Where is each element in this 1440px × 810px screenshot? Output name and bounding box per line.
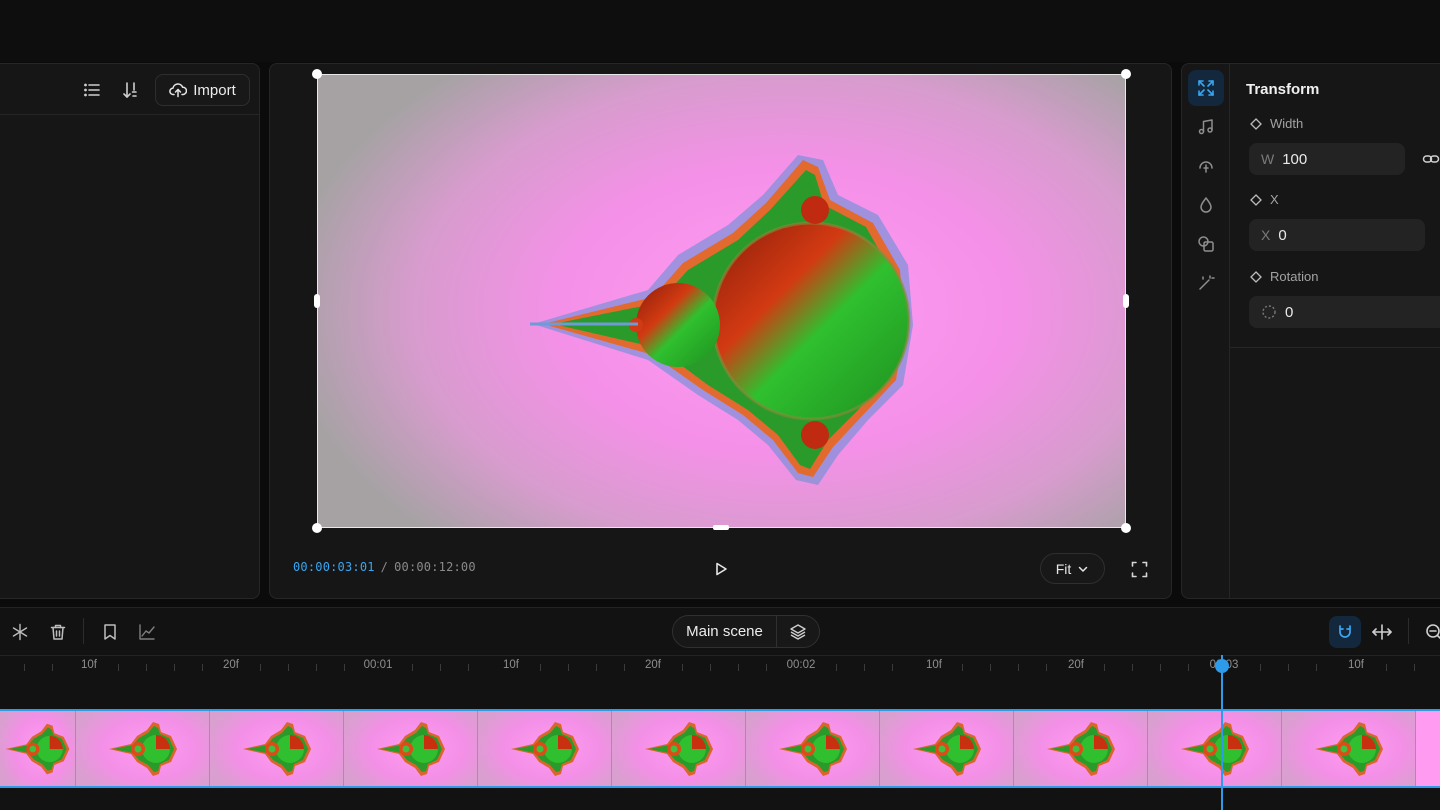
rotation-value: 0 <box>1285 303 1294 321</box>
freeze-icon[interactable] <box>8 620 32 644</box>
resize-handle-right[interactable] <box>1123 294 1129 308</box>
properties-rail <box>1182 64 1230 598</box>
magic-wand-icon[interactable] <box>1188 265 1224 301</box>
properties-divider <box>1230 347 1440 348</box>
playhead-line[interactable] <box>1221 655 1223 810</box>
ruler-label: 10f <box>926 659 942 671</box>
trash-icon[interactable] <box>46 620 70 644</box>
video-canvas[interactable] <box>317 74 1126 528</box>
cloud-upload-icon <box>169 83 188 98</box>
scene-label: Main scene <box>673 616 777 647</box>
shapes-icon[interactable] <box>1188 226 1224 262</box>
rotation-keyframe-row: Rotation <box>1250 269 1318 284</box>
resize-handle-top-left[interactable] <box>312 69 322 79</box>
resize-handle-bottom-left[interactable] <box>312 523 322 533</box>
clip-thumbnail <box>478 711 612 786</box>
fit-label: Fit <box>1055 560 1072 577</box>
ruler-label: 10f <box>81 659 97 671</box>
clip-thumbnail <box>612 711 746 786</box>
x-label: X <box>1270 192 1279 207</box>
width-prefix: W <box>1261 151 1275 167</box>
x-keyframe-row: X <box>1250 192 1279 207</box>
x-input[interactable]: X 0 <box>1249 219 1425 251</box>
width-label: Width <box>1270 116 1304 131</box>
media-panel: Import <box>0 63 260 599</box>
ruler-label: 00:02 <box>786 659 816 671</box>
rotation-icon <box>1262 305 1276 319</box>
link-icon[interactable] <box>1420 148 1440 170</box>
top-bar <box>0 0 1440 62</box>
keyframe-diamond-icon[interactable] <box>1250 117 1262 130</box>
play-icon[interactable] <box>710 558 732 580</box>
clip-thumbnail <box>1282 711 1416 786</box>
ruler-label: 20f <box>645 659 661 671</box>
ruler-label: 20f <box>1068 659 1084 671</box>
properties-panel: Transform Width W 100 X X 0 Rotation 0 <box>1181 63 1440 599</box>
media-toolbar: Import <box>0 64 259 115</box>
music-icon[interactable] <box>1188 109 1224 145</box>
ruler-label: 10f <box>1348 659 1364 671</box>
playhead-handle[interactable] <box>1215 659 1229 673</box>
fullscreen-icon[interactable] <box>1128 558 1150 580</box>
ruler-label: 10f <box>503 659 519 671</box>
x-value: 0 <box>1278 226 1287 244</box>
resize-handle-top-right[interactable] <box>1121 69 1131 79</box>
preview-panel: 00:00:03:01 / 00:00:12:00 Fit <box>269 63 1172 599</box>
rotation-label: Rotation <box>1270 269 1319 284</box>
zoom-out-icon[interactable] <box>1422 620 1440 644</box>
transform-icon[interactable] <box>1188 70 1224 106</box>
audio-icon[interactable] <box>1188 148 1224 184</box>
graph-icon[interactable] <box>135 620 159 644</box>
clip-thumbnail <box>210 711 344 786</box>
current-time: 00:00:03:01 <box>293 560 375 574</box>
clip-thumbnail <box>76 711 210 786</box>
timeline-panel: Main scene 10f 20f 00:01 10f 20f 00:02 1… <box>0 607 1440 810</box>
chevron-down-icon <box>1079 566 1088 572</box>
width-input[interactable]: W 100 <box>1249 143 1405 175</box>
scene-selector[interactable]: Main scene <box>672 615 820 648</box>
toolbar-divider <box>83 618 84 644</box>
rotation-input[interactable]: 0 <box>1249 296 1440 328</box>
clip-thumbnail <box>344 711 478 786</box>
layers-icon[interactable] <box>777 623 819 641</box>
import-button[interactable]: Import <box>155 74 250 106</box>
timecode-display: 00:00:03:01 / 00:00:12:00 <box>293 560 476 574</box>
bookmark-icon[interactable] <box>98 620 122 644</box>
clip-thumbnail <box>880 711 1014 786</box>
sort-icon[interactable] <box>120 79 142 101</box>
total-duration: 00:00:12:00 <box>394 560 476 574</box>
mandelbrot-fractal-image <box>530 155 913 485</box>
resize-handle-bottom[interactable] <box>713 525 729 530</box>
keyframe-diamond-icon[interactable] <box>1250 270 1262 283</box>
clip-thumbnail <box>0 711 76 786</box>
width-value: 100 <box>1282 150 1308 168</box>
drop-icon[interactable] <box>1188 187 1224 223</box>
width-keyframe-row: Width <box>1250 116 1303 131</box>
clip-thumbnail <box>746 711 880 786</box>
transform-title: Transform <box>1246 81 1320 98</box>
video-clip-track[interactable] <box>0 709 1440 788</box>
import-label: Import <box>193 81 236 99</box>
ruler-label: 20f <box>223 659 239 671</box>
x-prefix: X <box>1261 227 1271 243</box>
clip-thumbnail <box>1148 711 1282 786</box>
ruler-label: 00:01 <box>363 659 393 671</box>
magnet-icon[interactable] <box>1329 616 1361 648</box>
list-icon[interactable] <box>81 79 103 101</box>
fit-width-icon[interactable] <box>1370 620 1394 644</box>
resize-handle-left[interactable] <box>314 294 320 308</box>
toolbar-divider <box>1408 618 1409 644</box>
clip-thumbnail <box>1014 711 1148 786</box>
time-separator: / <box>380 560 389 574</box>
zoom-fit-select[interactable]: Fit <box>1040 553 1105 584</box>
resize-handle-bottom-right[interactable] <box>1121 523 1131 533</box>
keyframe-diamond-icon[interactable] <box>1250 193 1262 206</box>
